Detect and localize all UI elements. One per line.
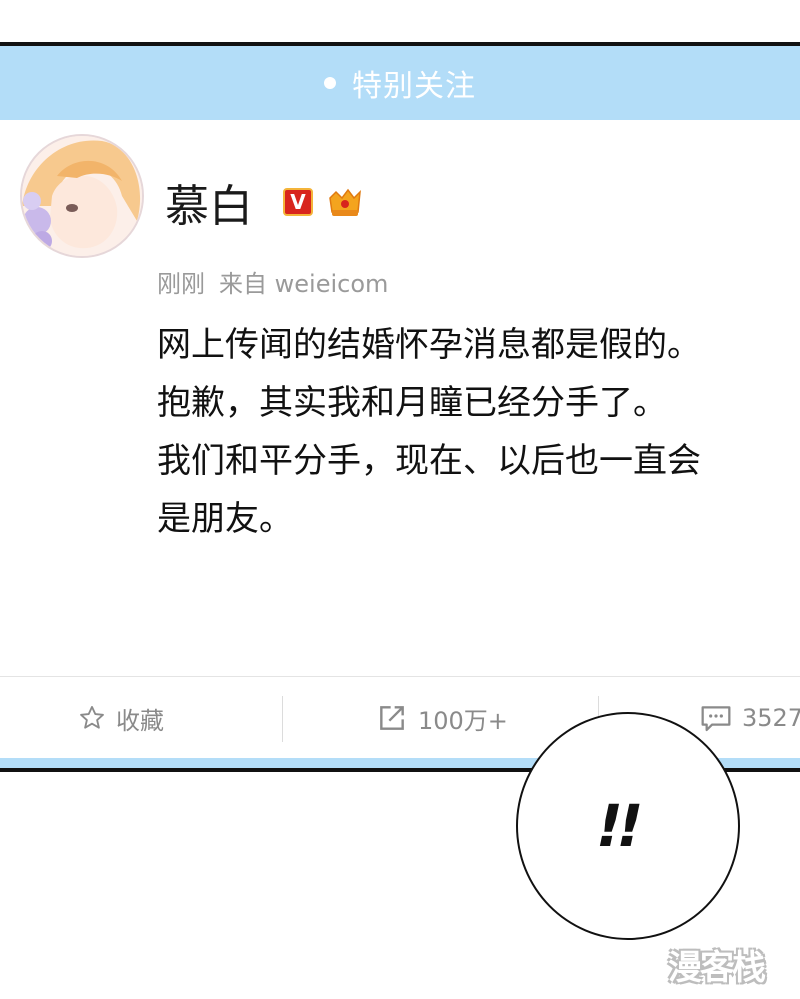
- share-icon: [380, 706, 404, 730]
- special-follow-header: 特别关注: [0, 46, 800, 120]
- repost-count: 100万+: [418, 706, 508, 735]
- action-bar-divider: [0, 676, 800, 677]
- post-line: 我们和平分手，现在、以后也一直会: [157, 441, 701, 481]
- post-time: 刚刚: [157, 270, 205, 298]
- dot-icon: [324, 77, 336, 89]
- action-separator: [282, 696, 283, 742]
- avatar[interactable]: [20, 134, 144, 258]
- repost-button[interactable]: 100万+: [376, 700, 508, 736]
- watermark-logo: 漫客栈: [668, 948, 766, 988]
- post-meta: 刚刚 来自 weieicom: [157, 264, 388, 299]
- comment-icon: [701, 706, 731, 732]
- header-title: 特别关注: [352, 69, 476, 104]
- post-line: 网上传闻的结婚怀孕消息都是假的。: [157, 325, 701, 365]
- post-source-prefix: 来自: [219, 270, 267, 298]
- verified-badge-icon: V: [283, 188, 313, 216]
- post-line: 抱歉，其实我和月瞳已经分手了。: [157, 383, 667, 423]
- username[interactable]: 慕白: [165, 170, 253, 234]
- crown-badge-icon: [329, 188, 361, 216]
- comment-button[interactable]: 3527: [700, 700, 800, 736]
- post-source[interactable]: weieicom: [275, 270, 389, 298]
- post-line: 是朋友。: [157, 499, 293, 539]
- favorite-button[interactable]: 收藏: [78, 700, 164, 736]
- avatar-illustration: [22, 136, 142, 256]
- favorite-label: 收藏: [116, 706, 164, 735]
- comment-count: 3527: [742, 704, 800, 732]
- post-text: 网上传闻的结婚怀孕消息都是假的。 抱歉，其实我和月瞳已经分手了。 我们和平分手，…: [157, 316, 787, 548]
- star-icon: [80, 705, 104, 729]
